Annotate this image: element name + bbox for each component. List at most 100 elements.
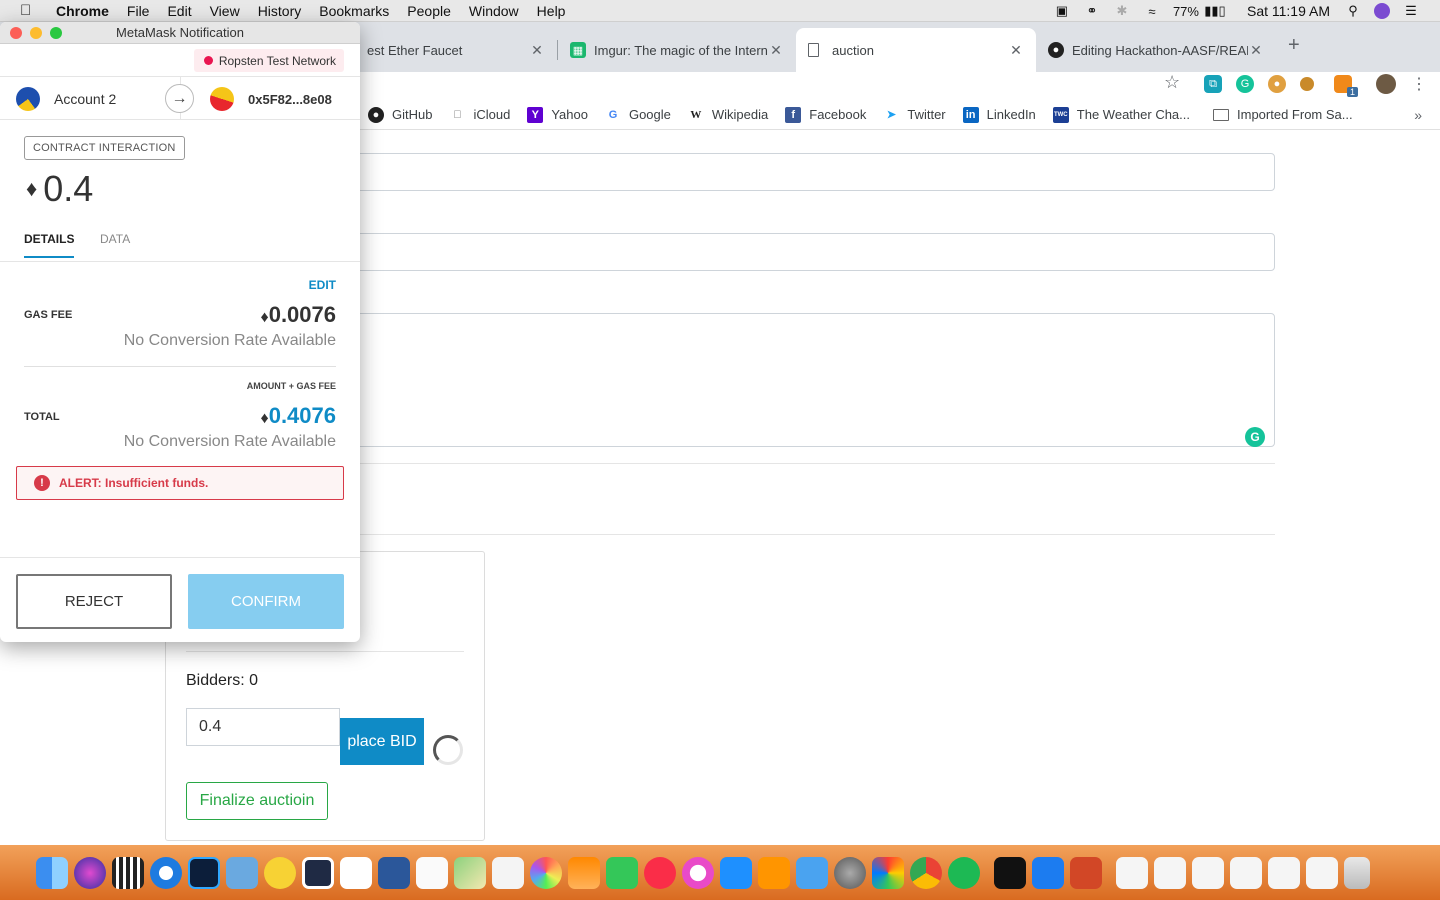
system-preferences-icon[interactable] — [834, 856, 866, 889]
network-row: Ropsten Test Network — [0, 44, 360, 76]
photos-icon[interactable] — [530, 856, 562, 889]
character-app-icon[interactable] — [264, 856, 296, 889]
menubar-clock[interactable]: Sat 11:19 AM — [1247, 3, 1330, 19]
ether-icon: ♦ — [26, 176, 38, 201]
screen-tool-icon[interactable] — [302, 856, 334, 889]
close-tab-icon[interactable]: ✕ — [1248, 42, 1264, 59]
tab-github-readme[interactable]: ● Editing Hackathon-AASF/README ✕ — [1036, 28, 1276, 72]
menu-edit[interactable]: Edit — [167, 3, 191, 19]
xcode-icon[interactable] — [1032, 856, 1064, 889]
trash-icon[interactable] — [1344, 856, 1370, 889]
bookmarks-overflow-icon[interactable]: » — [1414, 107, 1422, 123]
wifi-icon[interactable]: ≈ — [1143, 4, 1161, 19]
document-thumbnail-icon[interactable] — [1306, 856, 1338, 889]
bookmark-linkedin[interactable]: in LinkedIn — [962, 106, 1036, 123]
bookmark-facebook[interactable]: f Facebook — [785, 106, 866, 123]
finalize-auction-button[interactable]: Finalize auctioin — [186, 782, 328, 820]
bookmark-star-icon[interactable]: ☆ — [1164, 72, 1180, 93]
close-window-button[interactable] — [10, 27, 22, 39]
preview-icon[interactable] — [226, 856, 258, 889]
migration-icon[interactable] — [796, 856, 828, 889]
bookmark-twitter[interactable]: ➤ Twitter — [883, 107, 946, 123]
menu-window[interactable]: Window — [469, 3, 519, 19]
piano-app-icon[interactable] — [112, 856, 144, 889]
minimize-window-button[interactable] — [30, 27, 42, 39]
terminal-icon[interactable] — [994, 856, 1026, 889]
bookmark-wikipedia[interactable]: W Wikipedia — [688, 107, 768, 123]
siri-icon[interactable] — [74, 856, 106, 889]
creative-cloud-icon[interactable]: ⚭ — [1083, 3, 1101, 18]
apple-menu-icon[interactable]:  — [20, 2, 40, 19]
books-icon[interactable] — [758, 856, 790, 889]
document-thumbnail-icon[interactable] — [1116, 856, 1148, 889]
document-thumbnail-icon[interactable] — [1192, 856, 1224, 889]
tab-faucet[interactable]: est Ether Faucet ✕ — [345, 28, 557, 72]
spotify-icon[interactable] — [948, 856, 980, 889]
pinwheel-app-icon[interactable] — [872, 856, 904, 889]
tab-auction[interactable]: auction ✕ — [796, 28, 1036, 72]
cookie-extension-icon[interactable]: ● — [1268, 75, 1286, 93]
siri-icon[interactable] — [1374, 3, 1390, 19]
bookmark-imported-folder[interactable]: Imported From Sa... — [1213, 107, 1353, 122]
place-bid-button[interactable]: place BID — [340, 718, 424, 765]
document-thumbnail-icon[interactable] — [1268, 856, 1300, 889]
close-tab-icon[interactable]: ✕ — [1008, 42, 1024, 59]
news-icon[interactable] — [644, 856, 676, 889]
network-badge[interactable]: Ropsten Test Network — [193, 49, 344, 72]
word-icon[interactable] — [378, 856, 410, 889]
metamask-extension-icon[interactable]: 1 — [1334, 75, 1358, 97]
tab-data[interactable]: DATA — [100, 232, 130, 246]
chrome-menu-icon[interactable]: ⋮ — [1410, 75, 1428, 93]
extension-leaf-icon[interactable] — [1300, 77, 1314, 91]
recipient-account[interactable]: 0x5F82...8e08 — [210, 87, 332, 111]
itunes-icon[interactable] — [682, 856, 714, 889]
document-thumbnail-icon[interactable] — [1230, 856, 1262, 889]
bookmark-weather[interactable]: TWC The Weather Cha... — [1052, 106, 1190, 123]
close-tab-icon[interactable]: ✕ — [768, 42, 784, 59]
reminders-icon[interactable] — [416, 856, 448, 889]
battery-icon[interactable]: ▮▮▯ — [1203, 3, 1227, 18]
spotlight-search-icon[interactable]: ⚲ — [1344, 3, 1362, 18]
close-tab-icon[interactable]: ✕ — [529, 42, 545, 59]
bookmark-icloud[interactable]:  iCloud — [449, 107, 510, 123]
grammarly-icon[interactable]: G — [1245, 427, 1265, 447]
confirm-button[interactable]: CONFIRM — [188, 574, 344, 629]
menu-file[interactable]: File — [127, 3, 150, 19]
maps-icon[interactable] — [454, 856, 486, 889]
textedit-icon[interactable] — [492, 856, 524, 889]
calendar-icon[interactable] — [340, 856, 372, 889]
bid-amount-input[interactable] — [186, 708, 340, 746]
safari-icon[interactable] — [150, 856, 182, 889]
photoshop-icon[interactable] — [188, 856, 220, 889]
chrome-icon[interactable] — [910, 856, 942, 889]
tab-imgur[interactable]: ▦ Imgur: The magic of the Interne ✕ — [558, 28, 796, 72]
bookmark-google[interactable]: G Google — [605, 107, 671, 123]
powerpoint-icon[interactable] — [1070, 856, 1102, 889]
vlc-icon[interactable] — [568, 856, 600, 889]
app-store-icon[interactable] — [720, 856, 752, 889]
bluetooth-icon[interactable]: ✱ — [1113, 3, 1131, 18]
tab-details[interactable]: DETAILS — [24, 232, 75, 258]
finder-icon[interactable] — [36, 856, 68, 889]
facetime-icon[interactable] — [606, 856, 638, 889]
menu-bookmarks[interactable]: Bookmarks — [319, 3, 389, 19]
menu-view[interactable]: View — [210, 3, 240, 19]
extension-copy-icon[interactable]: ⧉ — [1204, 75, 1222, 93]
notification-center-icon[interactable]: ☰ — [1402, 3, 1420, 18]
reject-button[interactable]: REJECT — [16, 574, 172, 629]
zoom-window-button[interactable] — [50, 27, 62, 39]
menu-history[interactable]: History — [258, 3, 302, 19]
menu-people[interactable]: People — [407, 3, 451, 19]
edit-gas-link[interactable]: EDIT — [309, 278, 336, 292]
bookmark-github[interactable]: ● GitHub — [368, 106, 432, 123]
menu-help[interactable]: Help — [537, 3, 566, 19]
new-tab-button[interactable]: + — [1288, 34, 1300, 57]
sender-account[interactable]: Account 2 — [16, 87, 116, 111]
menu-chrome[interactable]: Chrome — [56, 3, 109, 19]
document-thumbnail-icon[interactable] — [1154, 856, 1186, 889]
screen-mirror-icon[interactable]: ▣ — [1053, 3, 1071, 18]
total-conversion: No Conversion Rate Available — [123, 433, 336, 450]
grammarly-extension-icon[interactable]: G — [1236, 75, 1254, 93]
bookmark-yahoo[interactable]: Y Yahoo — [527, 106, 588, 123]
profile-avatar[interactable] — [1376, 74, 1396, 94]
